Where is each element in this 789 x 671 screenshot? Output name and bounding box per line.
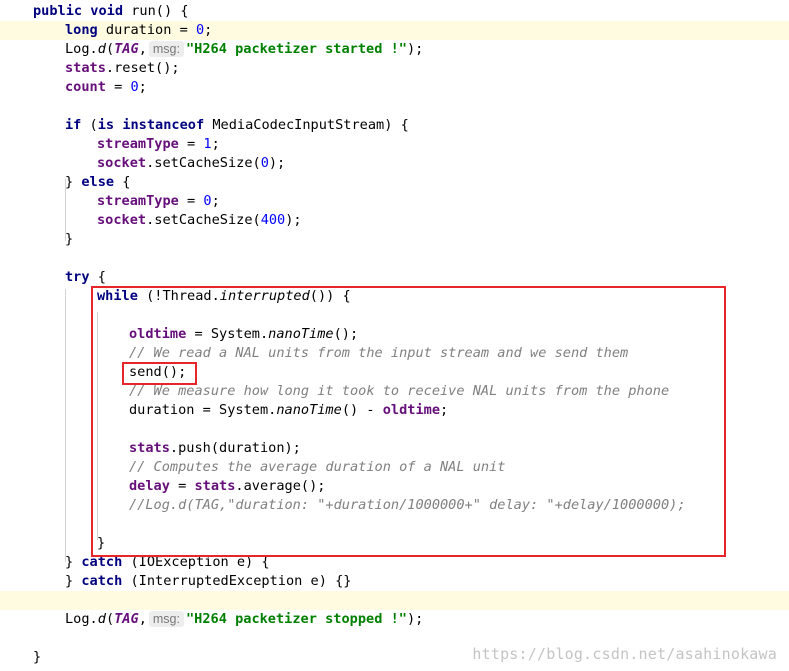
- code-text: =: [178, 193, 204, 209]
- code-line[interactable]: socket.setCacheSize(0);: [0, 154, 789, 173]
- code-text: }: [33, 649, 42, 665]
- number-literal: 400: [260, 212, 286, 228]
- code-line-content: Log.d(TAG, msg: "H264 packetizer stopped !…: [65, 610, 423, 629]
- constant: TAG: [114, 611, 139, 627]
- code-text: ,: [138, 41, 147, 57]
- code-line-content: long duration = 0;: [65, 21, 212, 40]
- code-line-content: streamType = 0;: [97, 192, 220, 211]
- code-text: ,: [138, 611, 147, 627]
- code-text: ;: [211, 136, 220, 152]
- code-text: {: [89, 269, 106, 285]
- keyword: else: [81, 174, 115, 190]
- code-text: Log.: [65, 41, 98, 57]
- code-text: ;: [138, 79, 147, 95]
- code-line[interactable]: [0, 97, 789, 116]
- code-line-content: socket.setCacheSize(0);: [97, 154, 285, 173]
- string-literal: "H264 packetizer started !": [185, 41, 407, 57]
- code-line-content: streamType = 1;: [97, 135, 220, 154]
- param-hint: msg:: [148, 41, 184, 57]
- code-line-content: try {: [65, 268, 106, 287]
- code-line[interactable]: if (is instanceof MediaCodecInputStream)…: [0, 116, 789, 135]
- keyword: catch: [81, 573, 123, 589]
- code-text: );: [406, 41, 424, 57]
- number-literal: 0: [195, 22, 205, 38]
- code-text: MediaCodecInputStream) {: [204, 117, 409, 133]
- code-text: run() {: [123, 3, 189, 19]
- code-text: =: [105, 79, 131, 95]
- code-text: );: [268, 155, 286, 171]
- keyword: long: [65, 22, 98, 38]
- code-line[interactable]: } catch (InterruptedException e) {}: [0, 572, 789, 591]
- number-literal: 0: [203, 193, 212, 209]
- code-line-content: } else {: [65, 173, 131, 192]
- keyword: is: [97, 117, 115, 133]
- code-text: .reset();: [105, 60, 180, 76]
- method-call: d: [97, 41, 106, 57]
- code-line[interactable]: [0, 591, 789, 610]
- code-line-content: }: [65, 230, 73, 249]
- code-line[interactable]: [0, 249, 789, 268]
- number-literal: 1: [203, 136, 212, 152]
- code-line[interactable]: streamType = 1;: [0, 135, 789, 154]
- field-ref: count: [65, 79, 106, 95]
- code-line[interactable]: Log.d(TAG, msg: "H264 packetizer stopped !…: [0, 610, 789, 629]
- code-text: (: [105, 611, 115, 627]
- watermark: https://blog.csdn.net/asahinokawa: [472, 645, 777, 663]
- number-literal: 0: [260, 155, 269, 171]
- code-line-content: count = 0;: [65, 78, 147, 97]
- field-ref: streamType: [97, 193, 179, 209]
- field-ref: socket: [97, 155, 147, 171]
- code-line[interactable]: } else {: [0, 173, 789, 192]
- code-text: (: [105, 41, 115, 57]
- code-text: ;: [211, 193, 220, 209]
- field-ref: streamType: [97, 136, 179, 152]
- code-text: ;: [204, 22, 213, 38]
- code-text: .setCacheSize(: [146, 155, 261, 171]
- code-line[interactable]: Log.d(TAG, msg: "H264 packetizer started !…: [0, 40, 789, 59]
- code-editor[interactable]: public void run() {long duration = 0; Log…: [0, 0, 789, 671]
- code-line-content: if (is instanceof MediaCodecInputStream)…: [65, 116, 409, 135]
- keyword: try: [65, 269, 90, 285]
- method-call: d: [97, 611, 106, 627]
- code-text: {: [114, 174, 131, 190]
- code-text: }: [65, 231, 74, 247]
- code-line[interactable]: stats.reset();: [0, 59, 789, 78]
- code-text: );: [406, 611, 424, 627]
- code-line-content: Log.d(TAG, msg: "H264 packetizer started !…: [65, 40, 423, 59]
- code-text: (: [81, 117, 98, 133]
- code-text: }: [65, 573, 82, 589]
- field-ref: stats: [65, 60, 106, 76]
- code-text: .setCacheSize(: [146, 212, 261, 228]
- string-literal: "H264 packetizer stopped !": [185, 611, 407, 627]
- constant: TAG: [114, 41, 139, 57]
- code-text: }: [65, 554, 82, 570]
- code-line-content: socket.setCacheSize(400);: [97, 211, 302, 230]
- code-line-content: } catch (InterruptedException e) {}: [65, 572, 351, 591]
- code-text: =: [178, 136, 204, 152]
- keyword: public: [33, 3, 83, 19]
- code-line[interactable]: count = 0;: [0, 78, 789, 97]
- param-hint: msg:: [148, 611, 184, 627]
- code-line-content: public void run() {: [33, 2, 189, 21]
- code-line[interactable]: try {: [0, 268, 789, 287]
- annotation-box-while-loop: [91, 286, 726, 557]
- code-text: }: [65, 174, 82, 190]
- keyword: if: [65, 117, 82, 133]
- code-line-content: stats.reset();: [65, 59, 180, 78]
- code-line[interactable]: streamType = 0;: [0, 192, 789, 211]
- code-line-content: }: [33, 648, 41, 667]
- code-line[interactable]: long duration = 0;: [0, 21, 789, 40]
- code-text: duration =: [97, 22, 196, 38]
- annotation-box-send-call: [122, 362, 197, 385]
- keyword: void: [90, 3, 124, 19]
- code-line[interactable]: public void run() {: [0, 2, 789, 21]
- code-text: (InterruptedException e) {}: [122, 573, 352, 589]
- number-literal: 0: [130, 79, 139, 95]
- code-line[interactable]: socket.setCacheSize(400);: [0, 211, 789, 230]
- field-ref: socket: [97, 212, 147, 228]
- code-text: Log.: [65, 611, 98, 627]
- code-text: );: [285, 212, 302, 228]
- code-line[interactable]: }: [0, 230, 789, 249]
- keyword: instanceof: [122, 117, 205, 133]
